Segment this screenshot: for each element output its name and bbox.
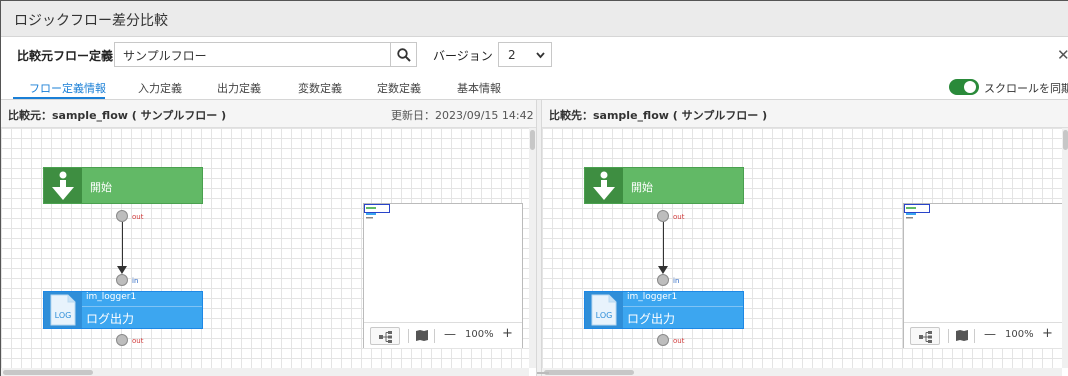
source-pane-title: 比較元：sample_flow ( サンプルフロー ) xyxy=(8,109,227,122)
active-tab-indicator xyxy=(13,97,105,99)
toolbar: 比較元フロー定義 サンプルフロー バージョン 2 ✕ xyxy=(1,37,1068,73)
diff-window: ロジックフロー差分比較 比較元フロー定義 サンプルフロー バージョン 2 ✕ フ… xyxy=(0,0,1068,376)
scrollbar-thumb[interactable] xyxy=(544,370,634,375)
scroll-sync-label: スクロールを同期 xyxy=(984,82,1068,95)
start-out-port[interactable] xyxy=(657,210,669,222)
start-node[interactable]: 開始 xyxy=(584,167,744,204)
tree-layout-icon xyxy=(379,331,392,343)
vertical-scrollbar[interactable] xyxy=(529,128,536,368)
target-flow-canvas[interactable]: 開始 out in LOG im_logger1 ログ出力 out — 100%… xyxy=(542,128,1062,368)
target-pane-title: 比較先：sample_flow ( サンプルフロー ) xyxy=(549,109,768,122)
tab-flow-definition[interactable]: フロー定義情報 xyxy=(29,80,106,96)
toggle-knob xyxy=(964,81,976,93)
log-out-port[interactable] xyxy=(116,334,128,346)
tab-input-definition[interactable]: 入力定義 xyxy=(138,80,182,96)
connector-arrow-icon xyxy=(117,266,127,274)
close-icon[interactable]: ✕ xyxy=(1057,46,1068,64)
target-pane: 比較先：sample_flow ( サンプルフロー ) 開始 out in LO… xyxy=(542,100,1068,376)
start-arrow-icon xyxy=(585,168,623,203)
toggle-switch[interactable] xyxy=(949,79,979,95)
start-node-label: 開始 xyxy=(631,181,653,194)
start-node[interactable]: 開始 xyxy=(43,167,203,204)
tab-constant-definition[interactable]: 定数定義 xyxy=(377,80,421,96)
title-bar: ロジックフロー差分比較 xyxy=(1,1,1068,37)
source-flow-label: 比較元フロー定義 xyxy=(17,49,114,63)
start-arrow-icon xyxy=(44,168,82,203)
search-icon xyxy=(397,48,411,62)
map-icon[interactable] xyxy=(956,330,968,341)
log-file-icon: LOG xyxy=(44,292,82,328)
out-port-label: out xyxy=(132,213,144,221)
vertical-scrollbar[interactable] xyxy=(1062,128,1068,368)
out-port-label: out xyxy=(132,337,144,345)
horizontal-scrollbar[interactable] xyxy=(1,368,529,376)
control-separator xyxy=(948,329,949,343)
layout-button[interactable] xyxy=(370,327,400,345)
resize-grip[interactable] xyxy=(537,372,549,374)
log-out-port[interactable] xyxy=(657,334,669,346)
log-in-port[interactable] xyxy=(657,274,669,286)
tab-bar: フロー定義情報 入力定義 出力定義 変数定義 定数定義 基本情報 スクロールを同… xyxy=(1,73,1068,100)
out-port-label: out xyxy=(673,213,685,221)
logger-node-label: ログ出力 xyxy=(86,312,135,326)
node-divider xyxy=(623,306,743,307)
control-separator xyxy=(974,329,975,343)
in-port-label: in xyxy=(132,277,139,285)
connector-arrow-icon xyxy=(658,266,668,274)
map-icon[interactable] xyxy=(416,330,428,341)
zoom-out-button[interactable]: — xyxy=(444,327,456,341)
out-port-label: out xyxy=(673,337,685,345)
source-flow-canvas[interactable]: 開始 out in LOG im_logger1 ログ出力 out — 100%… xyxy=(1,128,529,368)
scrollbar-thumb[interactable] xyxy=(3,370,93,375)
start-out-port[interactable] xyxy=(116,210,128,222)
svg-text:LOG: LOG xyxy=(596,311,613,320)
tab-basic-info[interactable]: 基本情報 xyxy=(457,80,501,96)
source-pane-header: 比較元：sample_flow ( サンプルフロー ) 更新日：2023/09/… xyxy=(1,100,536,128)
minimap[interactable]: — 100% + xyxy=(903,203,1062,348)
flow-name-input[interactable]: サンプルフロー xyxy=(114,42,417,67)
tab-variable-definition[interactable]: 変数定義 xyxy=(298,80,342,96)
target-pane-header: 比較先：sample_flow ( サンプルフロー ) xyxy=(542,100,1068,128)
window-title: ロジックフロー差分比較 xyxy=(14,13,168,29)
zoom-in-button[interactable]: + xyxy=(502,326,513,341)
flow-connector[interactable] xyxy=(663,222,664,272)
logger-node[interactable]: LOG im_logger1 ログ出力 xyxy=(584,291,744,329)
flow-connector[interactable] xyxy=(122,222,123,272)
zoom-out-button[interactable]: — xyxy=(984,327,996,341)
version-select[interactable]: 2 xyxy=(498,42,552,67)
minimap-controls: — 100% + xyxy=(904,322,1062,348)
scrollbar-thumb[interactable] xyxy=(530,130,535,150)
minimap-preview xyxy=(906,207,916,219)
scrollbar-thumb[interactable] xyxy=(1063,130,1068,150)
logger-node-id: im_logger1 xyxy=(86,292,137,302)
tab-output-definition[interactable]: 出力定義 xyxy=(217,80,261,96)
minimap[interactable]: — 100% + xyxy=(363,203,523,348)
minimap-preview xyxy=(366,207,376,219)
layout-button[interactable] xyxy=(910,327,940,345)
source-pane: 比較元：sample_flow ( サンプルフロー ) 更新日：2023/09/… xyxy=(1,100,536,376)
log-in-port[interactable] xyxy=(116,274,128,286)
logger-node[interactable]: LOG im_logger1 ログ出力 xyxy=(43,291,203,329)
control-separator xyxy=(434,329,435,343)
horizontal-scrollbar[interactable] xyxy=(542,368,1062,376)
zoom-in-button[interactable]: + xyxy=(1042,326,1053,341)
start-node-label: 開始 xyxy=(90,181,112,194)
logger-node-id: im_logger1 xyxy=(627,292,678,302)
logger-node-label: ログ出力 xyxy=(627,312,676,326)
version-value: 2 xyxy=(508,48,516,62)
search-button[interactable] xyxy=(390,42,417,67)
zoom-level: 100% xyxy=(1005,329,1034,340)
minimap-controls: — 100% + xyxy=(364,322,522,348)
control-separator xyxy=(408,329,409,343)
tree-layout-icon xyxy=(919,331,932,343)
node-divider xyxy=(82,306,202,307)
source-updated-date: 更新日：2023/09/15 14:42 xyxy=(391,109,534,122)
svg-text:LOG: LOG xyxy=(55,311,72,320)
zoom-level: 100% xyxy=(465,329,494,340)
in-port-label: in xyxy=(673,277,680,285)
log-file-icon: LOG xyxy=(585,292,623,328)
chevron-down-icon xyxy=(536,52,545,59)
version-label: バージョン xyxy=(433,49,493,63)
